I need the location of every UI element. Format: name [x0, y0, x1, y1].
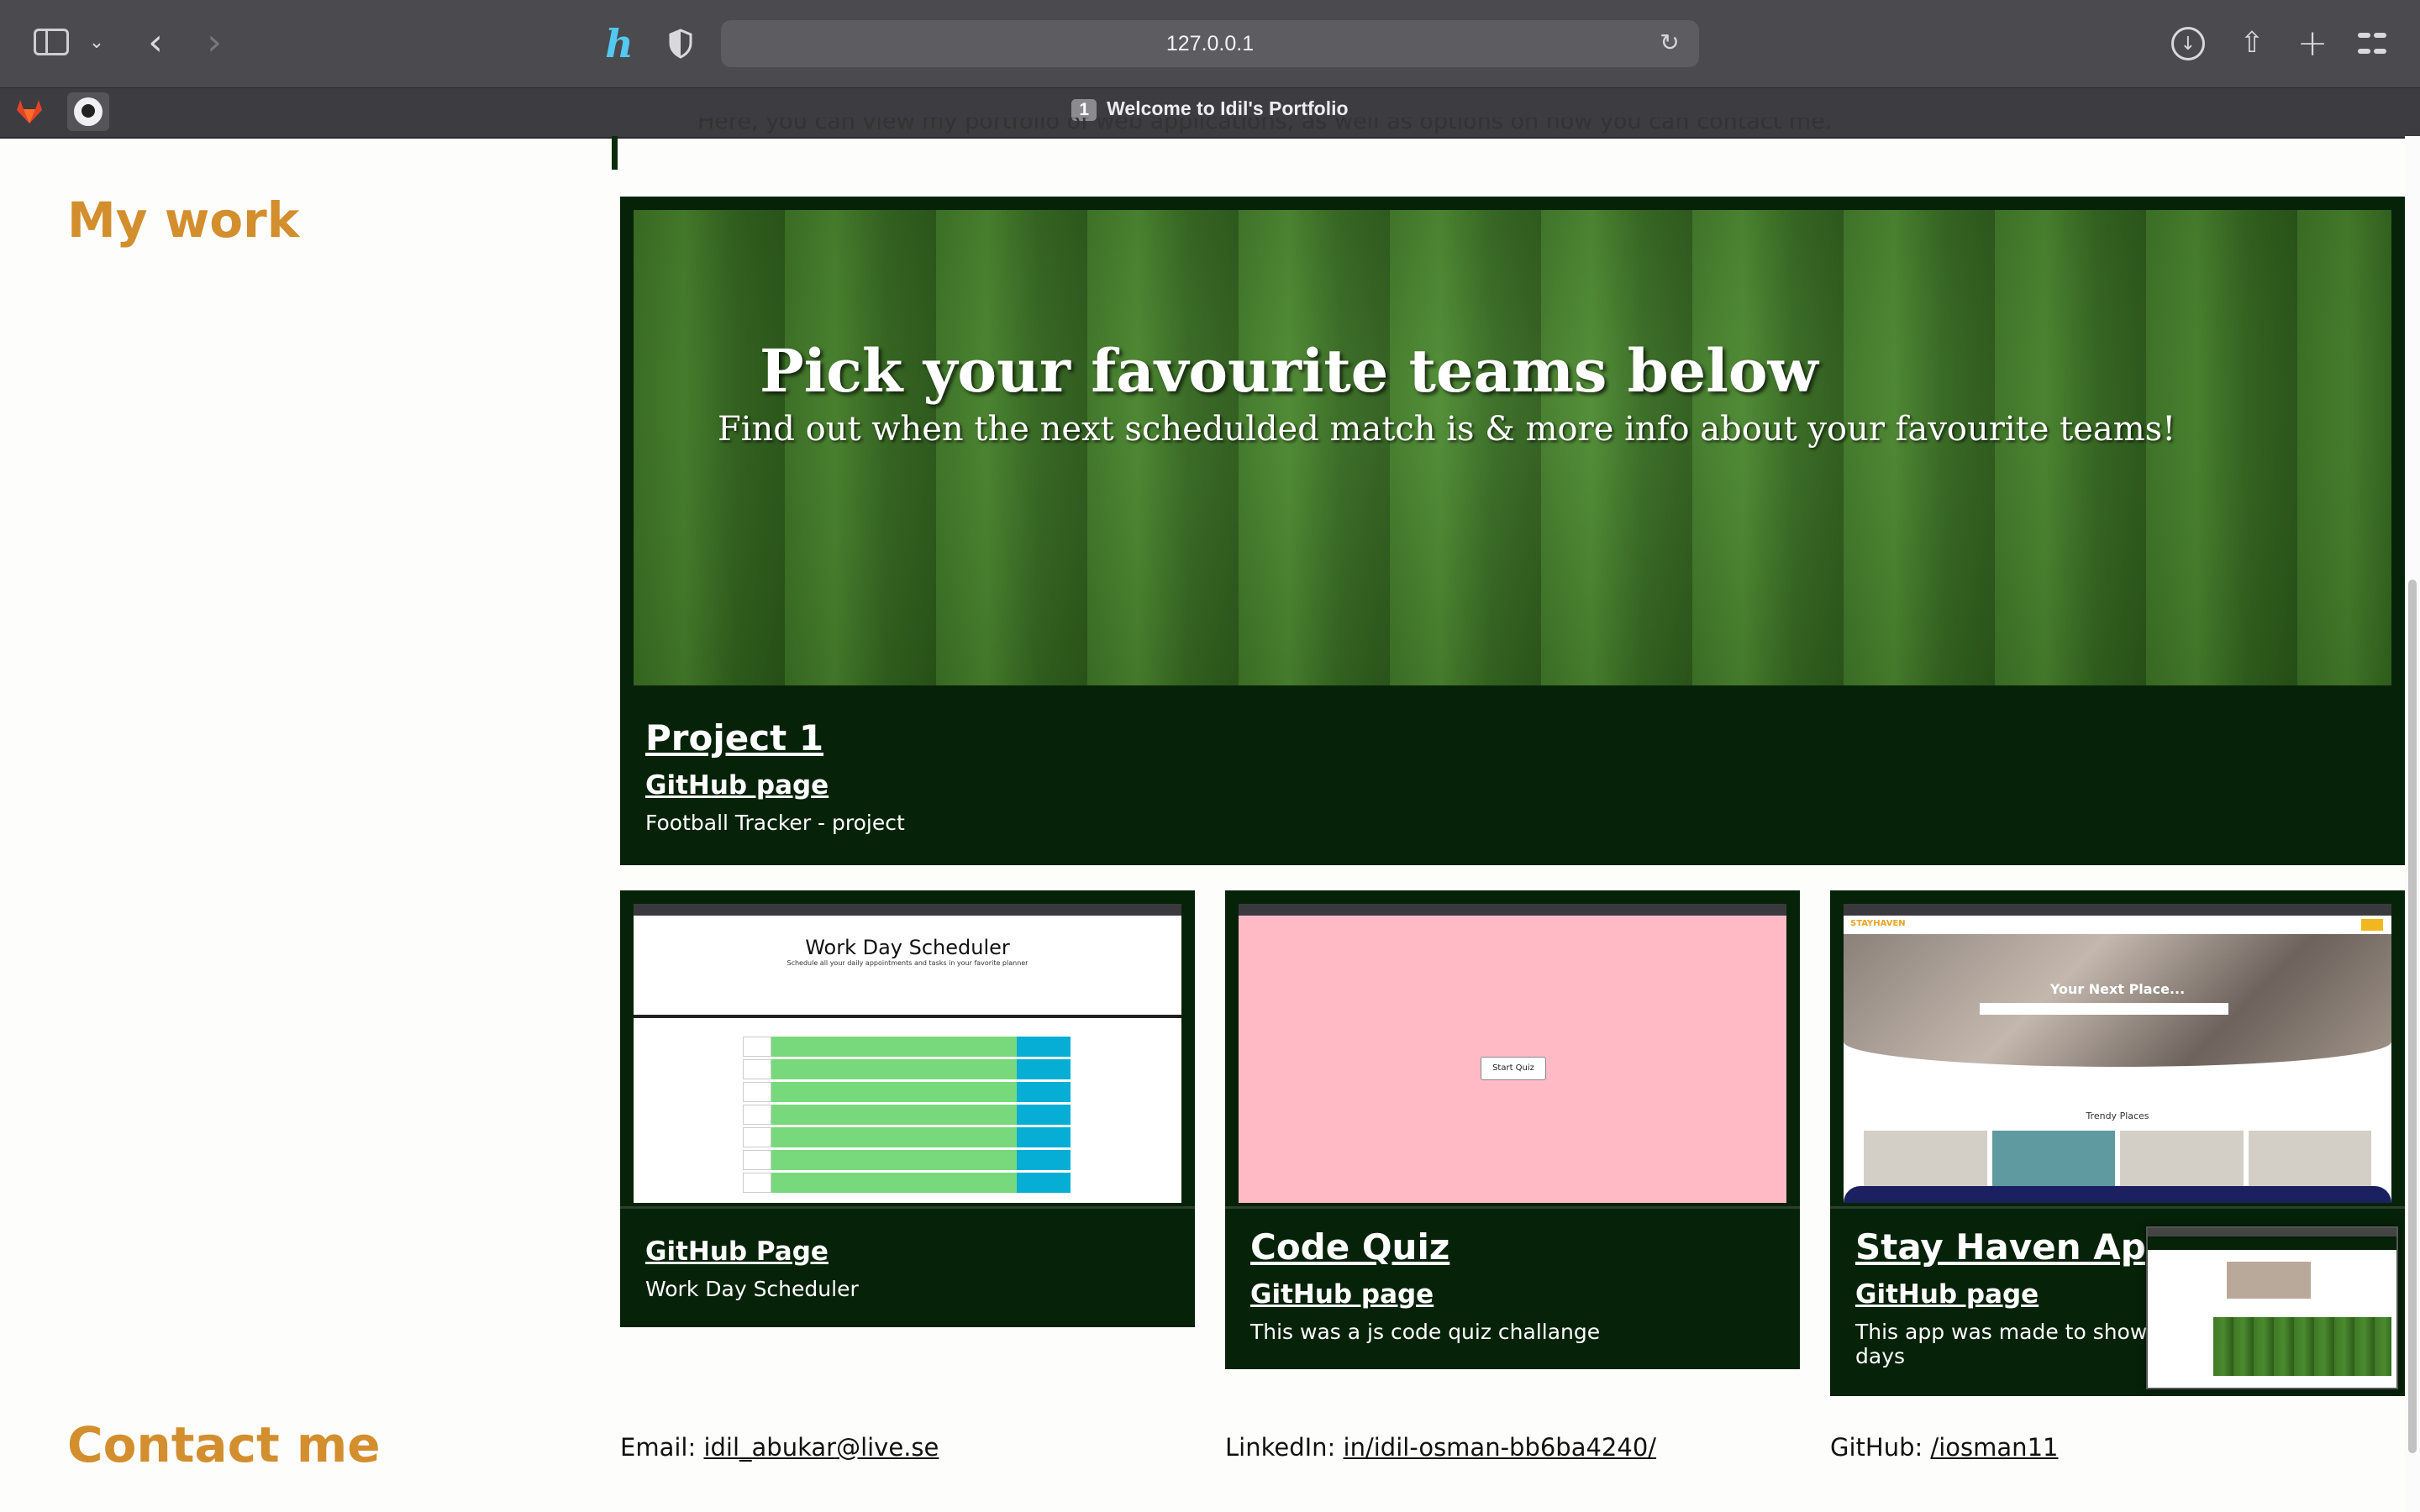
email-label: Email: — [620, 1433, 697, 1462]
project-card-main: Pick your favourite teams below Find out… — [620, 197, 2405, 865]
github-link[interactable]: /iosman11 — [1930, 1433, 2058, 1462]
code-quiz-screenshot[interactable]: Start Quiz — [1239, 904, 1786, 1203]
banner-subheading: Find out when the next schedulded match … — [718, 410, 2176, 449]
sidebar-toggle-icon[interactable] — [34, 29, 69, 55]
scheduler-github-link[interactable]: GitHub Page — [645, 1236, 859, 1267]
intro-border-accent — [612, 136, 618, 170]
project-card-scheduler: Work Day Scheduler Schedule all your dai… — [620, 890, 1195, 1327]
scrollbar-thumb[interactable] — [2408, 580, 2417, 1453]
code-quiz-description: This was a js code quiz challange — [1250, 1320, 1601, 1344]
my-work-heading: My work — [67, 192, 300, 249]
scheduler-thumb-rows — [743, 1037, 1071, 1195]
quiz-thumb-start-button: Start Quiz — [1481, 1057, 1546, 1080]
url-text[interactable]: 127.0.0.1 — [721, 32, 1699, 56]
intro-text-clipped: Here, you can view my portfolio of web a… — [697, 118, 1833, 134]
address-bar[interactable]: 127.0.0.1 ↻ — [721, 20, 1699, 67]
contact-linkedin: LinkedIn: in/idil-osman-bb6ba4240/ — [1225, 1433, 1656, 1462]
reload-icon[interactable]: ↻ — [1657, 30, 1682, 55]
contact-email: Email: idil_abukar@live.se — [620, 1433, 939, 1462]
chevron-down-icon[interactable]: ⌄ — [86, 27, 108, 57]
code-quiz-title[interactable]: Code Quiz — [1250, 1226, 1600, 1268]
new-tab-plus-icon[interactable]: + — [2296, 22, 2329, 65]
contact-github: GitHub: /iosman11 — [1830, 1433, 2058, 1462]
share-icon[interactable]: ⇧ — [2235, 22, 2269, 64]
scheduler-thumb-title: Work Day Scheduler — [805, 936, 1010, 959]
back-arrow-icon[interactable]: ‹ — [139, 18, 172, 66]
football-banner-image[interactable]: Pick your favourite teams below Find out… — [634, 210, 2391, 685]
stay-haven-thumb-trendy: Trendy Places — [2086, 1110, 2149, 1121]
scheduler-screenshot[interactable]: Work Day Scheduler Schedule all your dai… — [634, 904, 1181, 1203]
banner-heading: Pick your favourite teams below — [760, 336, 1818, 406]
page-preview-thumbnail[interactable] — [2146, 1226, 2398, 1389]
download-icon[interactable]: ↓ — [2171, 27, 2205, 60]
project-card-code-quiz: Start Quiz Code Quiz GitHub page This wa… — [1225, 890, 1800, 1369]
scheduler-thumb-subtitle: Schedule all your daily appointments and… — [786, 959, 1028, 967]
tab-title: Welcome to Idil's Portfolio — [1107, 97, 1349, 119]
stay-haven-thumb-heading: Your Next Place... — [2049, 981, 2186, 997]
email-link[interactable]: idil_abukar@live.se — [703, 1433, 939, 1462]
project-1-github-link[interactable]: GitHub page — [645, 770, 905, 801]
browser-toolbar: ⌄ ‹ › h 127.0.0.1 ↻ ↓ ⇧ + — [0, 0, 2420, 87]
scheduler-description: Work Day Scheduler — [645, 1277, 859, 1301]
extension-h-icon[interactable]: h — [598, 20, 640, 67]
tab-overview-icon[interactable] — [2358, 29, 2386, 57]
project-1-title[interactable]: Project 1 — [645, 717, 905, 759]
forward-arrow-icon[interactable]: › — [197, 18, 231, 66]
stay-haven-screenshot[interactable]: STAYHAVEN Your Next Place... Trendy Plac… — [1844, 904, 2391, 1203]
contact-me-heading: Contact me — [67, 1416, 381, 1473]
stay-haven-thumb-brand: STAYHAVEN — [1850, 919, 1906, 928]
linkedin-link[interactable]: in/idil-osman-bb6ba4240/ — [1344, 1433, 1657, 1462]
code-quiz-github-link[interactable]: GitHub page — [1250, 1279, 1600, 1310]
linkedin-label: LinkedIn: — [1225, 1433, 1336, 1462]
project-1-description: Football Tracker - project — [645, 811, 905, 835]
privacy-shield-icon[interactable] — [664, 25, 697, 62]
github-label: GitHub: — [1830, 1433, 1923, 1462]
